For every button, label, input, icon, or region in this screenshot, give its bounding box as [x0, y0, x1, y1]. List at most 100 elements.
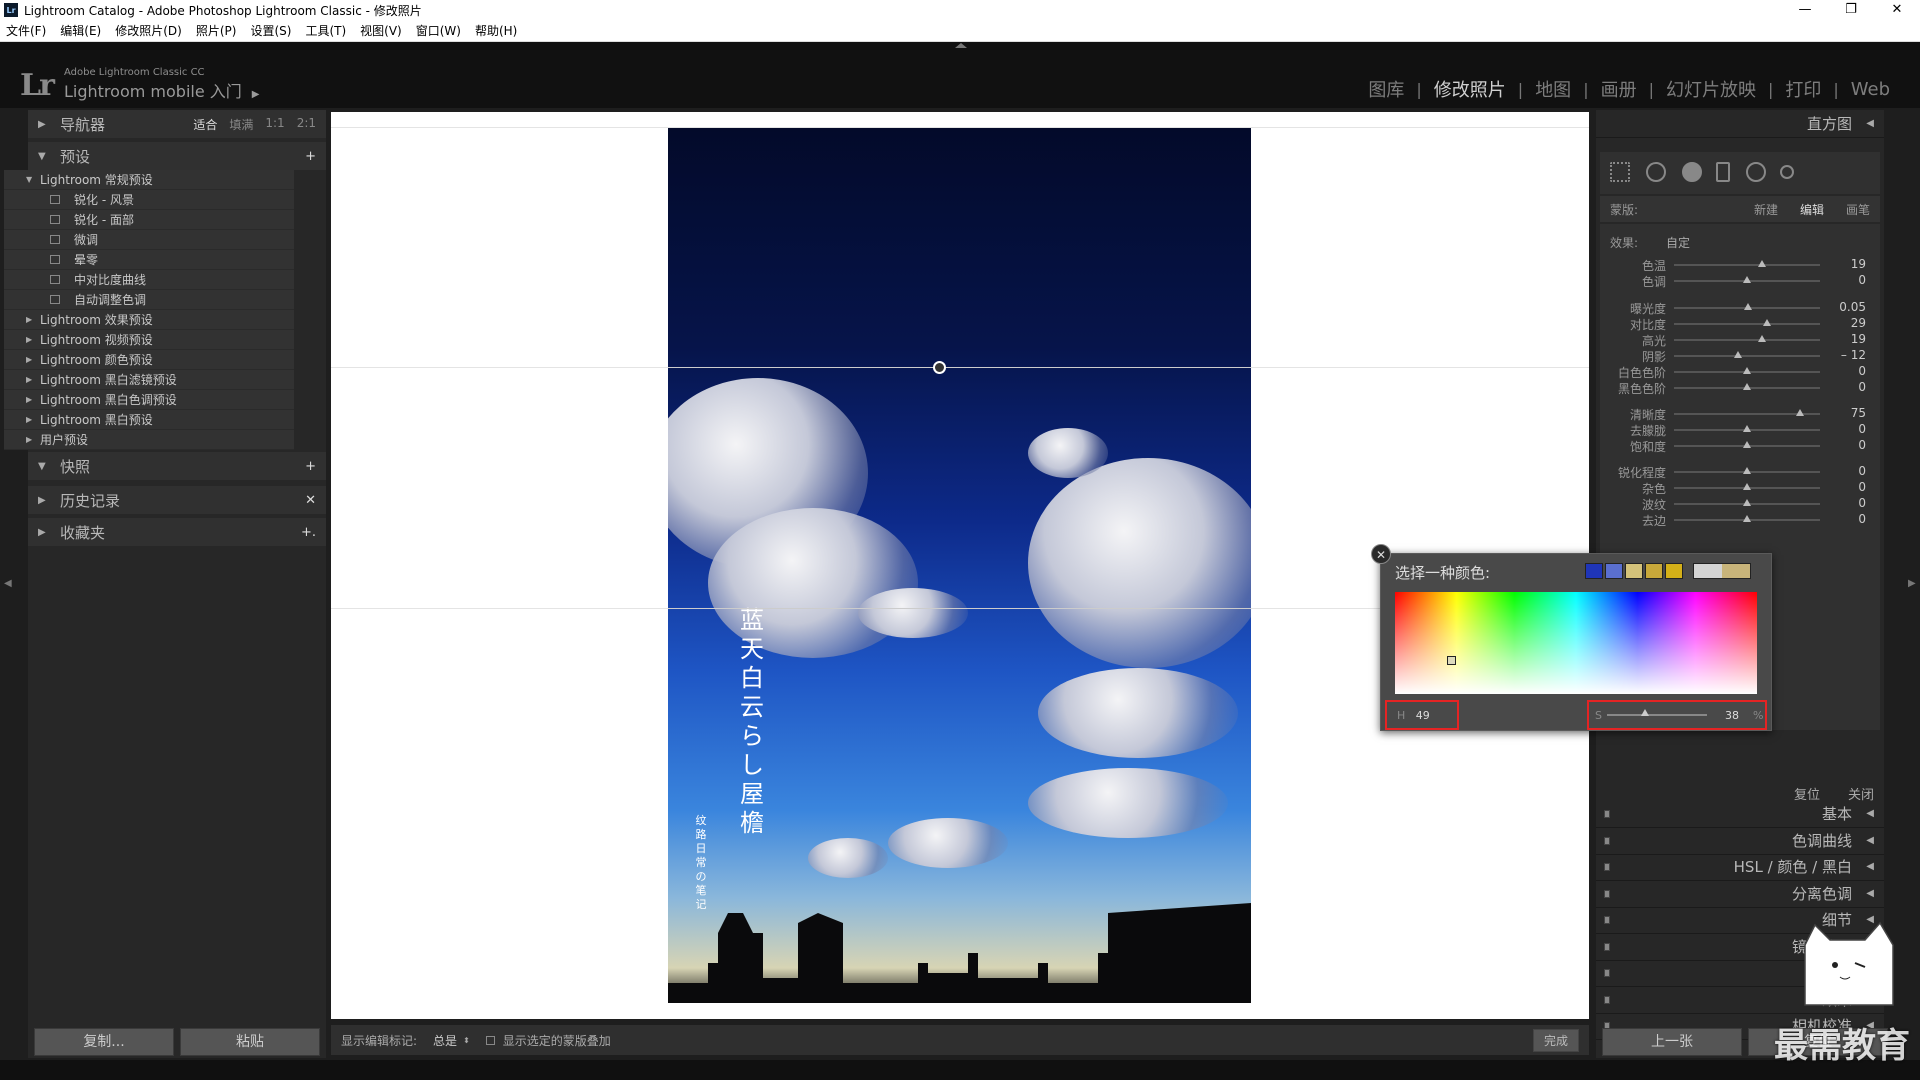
preset-group[interactable]: ▶ Lightroom 黑白滤镜预设 [4, 370, 294, 390]
filmstrip-toggle[interactable] [0, 1060, 1920, 1080]
slider-thumb[interactable] [1734, 351, 1743, 358]
zoom-2-1[interactable]: 2:1 [297, 116, 316, 133]
module-web[interactable]: Web [1839, 79, 1902, 100]
left-panel-toggle-icon[interactable]: ◀ [4, 578, 12, 589]
navigator-header[interactable]: ▶ 导航器 适合 填满 1:1 2:1 [28, 110, 326, 138]
color-swatch[interactable] [1645, 563, 1663, 579]
copy-settings-button[interactable]: 复制... [34, 1028, 174, 1056]
module-library[interactable]: 图库 [1356, 76, 1416, 102]
preset-group[interactable]: ▼ Lightroom 常规预设 [4, 170, 294, 190]
add-snapshot-button[interactable]: + [305, 459, 316, 474]
slider-thumb[interactable] [1743, 499, 1751, 506]
menu-settings[interactable]: 设置(S) [250, 22, 291, 39]
saturation-track[interactable] [1607, 714, 1707, 716]
crop-tool-icon[interactable] [1610, 162, 1630, 182]
color-swatch[interactable] [1665, 563, 1683, 579]
preset-item[interactable]: 自动调整色调 [4, 290, 294, 310]
panel-switch-icon[interactable] [1604, 836, 1610, 845]
close-popup-button[interactable]: ✕ [1371, 544, 1391, 564]
radial-filter-icon[interactable] [1746, 162, 1766, 182]
preset-item[interactable]: 晕零 [4, 250, 294, 270]
preset-item[interactable]: 锐化 - 面部 [4, 210, 294, 230]
panel-switch-icon[interactable] [1604, 969, 1610, 977]
slider-thumb[interactable] [1743, 367, 1751, 374]
slider-track[interactable] [1674, 339, 1820, 341]
module-map[interactable]: 地图 [1523, 76, 1583, 102]
slider-track[interactable] [1674, 355, 1820, 357]
menu-develop[interactable]: 修改照片(D) [115, 22, 182, 39]
close-window-button[interactable]: ✕ [1874, 0, 1920, 20]
gradient-line[interactable] [668, 367, 1251, 368]
slider-thumb[interactable] [1763, 319, 1772, 326]
preset-group[interactable]: ▶ Lightroom 黑白色调预设 [4, 390, 294, 410]
zoom-fit[interactable]: 适合 [193, 116, 217, 133]
snapshots-header[interactable]: ▼ 快照 + [28, 452, 326, 480]
slider-track[interactable] [1674, 323, 1820, 325]
menu-file[interactable]: 文件(F) [6, 22, 46, 39]
preset-group[interactable]: ▶ Lightroom 颜色预设 [4, 350, 294, 370]
preset-group[interactable]: ▶ 用户预设 [4, 430, 294, 450]
collections-header[interactable]: ▶ 收藏夹 +. [28, 518, 326, 546]
panel-switch-icon[interactable] [1604, 942, 1610, 951]
color-picker-cursor[interactable] [1447, 656, 1456, 665]
slider-thumb[interactable] [1743, 383, 1751, 390]
spot-removal-icon[interactable] [1646, 162, 1666, 182]
paste-settings-button[interactable]: 粘贴 [180, 1028, 320, 1056]
panel-switch-icon[interactable] [1604, 995, 1610, 1004]
effect-select[interactable]: 自定 [1666, 234, 1690, 251]
preset-item[interactable]: 微调 [4, 230, 294, 250]
overlay-checkbox[interactable] [485, 1035, 495, 1045]
graduated-filter-icon[interactable] [1716, 162, 1730, 182]
add-preset-button[interactable]: + [305, 149, 316, 164]
preset-item[interactable]: 锐化 - 风景 [4, 190, 294, 210]
zoom-fill[interactable]: 填满 [229, 116, 253, 133]
menu-view[interactable]: 视图(V) [360, 22, 402, 39]
preset-group[interactable]: ▶ Lightroom 视频预设 [4, 330, 294, 350]
color-swatch[interactable] [1605, 563, 1623, 579]
presets-header[interactable]: ▼ 预设 + [28, 142, 326, 170]
minimize-button[interactable]: — [1782, 0, 1828, 20]
photo-preview[interactable]: 蓝天白云らし屋檐 纹路日常の笔记 [668, 128, 1251, 1003]
module-slideshow[interactable]: 幻灯片放映 [1654, 76, 1768, 102]
right-panel-toggle-icon[interactable]: ▶ [1908, 578, 1916, 589]
hue-field[interactable]: H 49 [1385, 700, 1459, 730]
slider-thumb[interactable] [1757, 260, 1766, 267]
zoom-1-1[interactable]: 1:1 [265, 116, 284, 133]
red-eye-icon[interactable] [1682, 162, 1702, 182]
brush-tool-icon[interactable] [1780, 165, 1794, 179]
mask-brush[interactable]: 画笔 [1846, 201, 1870, 218]
panel-switch-icon[interactable] [1604, 916, 1610, 924]
menu-photo[interactable]: 照片(P) [196, 22, 237, 39]
panel-section-header[interactable]: 基本 ◀ [1596, 800, 1884, 828]
preset-group[interactable]: ▶ Lightroom 黑白预设 [4, 410, 294, 430]
slider-thumb[interactable] [1743, 515, 1751, 522]
module-print[interactable]: 打印 [1773, 76, 1833, 102]
preset-group[interactable]: ▶ Lightroom 效果预设 [4, 310, 294, 330]
clear-history-button[interactable]: ✕ [305, 493, 316, 508]
gradient-line[interactable] [668, 608, 1251, 609]
mask-edit[interactable]: 编辑 [1800, 201, 1824, 218]
color-spectrum[interactable] [1395, 592, 1757, 694]
panel-section-header[interactable]: 色调曲线 ◀ [1596, 827, 1884, 855]
color-swatch[interactable] [1585, 563, 1603, 579]
done-button[interactable]: 完成 [1532, 1028, 1579, 1052]
module-develop[interactable]: 修改照片 [1422, 76, 1518, 102]
color-swatch[interactable] [1625, 563, 1643, 579]
maximize-button[interactable]: ❐ [1828, 0, 1874, 20]
previous-button[interactable]: 上一张 [1602, 1028, 1742, 1056]
slider-thumb[interactable] [1744, 303, 1753, 310]
panel-section-header[interactable]: HSL / 颜色 / 黑白 ◀ [1596, 853, 1884, 881]
saturation-thumb[interactable] [1641, 709, 1649, 716]
panel-switch-icon[interactable] [1604, 889, 1610, 898]
add-collection-button[interactable]: +. [301, 525, 316, 540]
preset-item[interactable]: 中对比度曲线 [4, 270, 294, 290]
menu-tools[interactable]: 工具(T) [305, 22, 346, 39]
module-book[interactable]: 画册 [1589, 76, 1649, 102]
edit-pin[interactable] [933, 361, 946, 374]
mask-new[interactable]: 新建 [1754, 201, 1778, 218]
panel-section-header[interactable]: 分离色调 ◀ [1596, 880, 1884, 908]
edit-pins-select[interactable]: 总是 [433, 1032, 457, 1049]
panel-switch-icon[interactable] [1604, 810, 1610, 818]
history-header[interactable]: ▶ 历史记录 ✕ [28, 486, 326, 514]
histogram-header[interactable]: 直方图 ◀ [1596, 110, 1884, 138]
